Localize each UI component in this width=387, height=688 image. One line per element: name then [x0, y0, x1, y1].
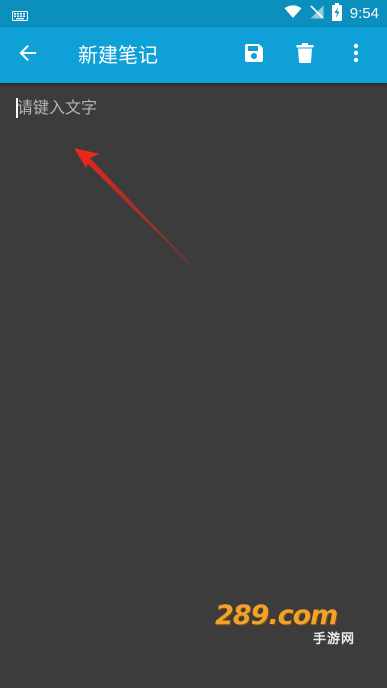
site-watermark-logo: 289.com 手游网: [215, 600, 365, 648]
page-title: 新建笔记: [78, 43, 158, 67]
watermark-subtitle: 手游网: [312, 632, 355, 647]
back-button[interactable]: [14, 41, 42, 69]
keyboard-icon: [12, 7, 28, 21]
save-button[interactable]: [240, 41, 268, 69]
status-bar: 9:54: [0, 0, 387, 27]
more-options-button[interactable]: [342, 41, 370, 69]
status-icons: 9:54: [284, 2, 379, 25]
signal-off-icon: [310, 4, 324, 23]
annotation-arrow-icon: [60, 140, 230, 305]
watermark-brand: 289.com: [215, 600, 338, 631]
save-icon: [244, 43, 264, 67]
more-vert-icon: [353, 43, 359, 67]
app-toolbar: 新建笔记: [0, 27, 387, 83]
delete-button[interactable]: [291, 41, 319, 69]
status-time: 9:54: [349, 5, 379, 22]
arrow-back-icon: [18, 43, 38, 67]
delete-icon: [296, 43, 314, 67]
text-cursor: [16, 98, 18, 118]
battery-charging-icon: [331, 2, 342, 25]
wifi-icon: [284, 4, 302, 23]
